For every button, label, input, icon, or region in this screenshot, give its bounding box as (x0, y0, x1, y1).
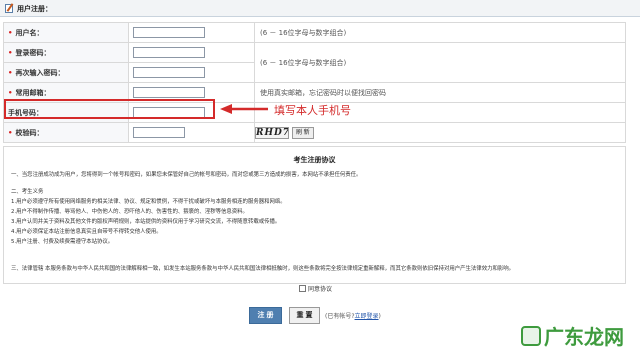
password-label-cell: • 登录密码： (3, 42, 129, 63)
captcha-row: • 校验码： RHD7 刷 新 (3, 122, 626, 143)
agreement-line: 二、考生义务 (11, 189, 44, 195)
username-input[interactable] (133, 27, 205, 38)
captcha-input-cell (128, 122, 255, 143)
password-input-cell (128, 42, 255, 63)
password-input[interactable] (133, 47, 205, 58)
password-hint: (6 － 16位字母与数字组合) (254, 42, 626, 83)
watermark: 广东龙网 (521, 321, 624, 350)
captcha-image[interactable]: RHD7 (255, 126, 289, 139)
required-marker: • (8, 48, 13, 57)
register-button[interactable]: 注 册 (249, 307, 282, 324)
agreement-title: 考生注册协议 (293, 156, 336, 164)
agreement-line: 3.用户认同并关于资料及其他文件的版权声明规则，本站提供的资料仅用于学习研究交流… (11, 219, 281, 225)
phone-highlight-box (4, 99, 215, 119)
agreement-line: 2.用户不得制作传播、辱骂他人、中伤他人的、恐吓他人的、伤害性的、猥亵的、淫秽等… (11, 209, 248, 215)
email-input[interactable] (133, 87, 205, 98)
username-row: • 用户名： (6 － 16位字母与数字组合) (3, 22, 626, 43)
agreement-line: 三、法律管辖 本服务条款与中华人民共和国的法律解释相一致，如发生本站服务条款与中… (11, 266, 515, 272)
username-label: 用户名： (15, 28, 44, 37)
required-marker: • (8, 28, 13, 37)
watermark-text: 广东龙网 (544, 325, 624, 349)
password-label: 登录密码： (15, 48, 51, 57)
agreement-panel: 考生注册协议 一、当您注册成功成为用户，您将得到一个帐号和密码，如果您未保管好自… (3, 146, 626, 284)
required-marker: • (8, 68, 13, 77)
captcha-label-cell: • 校验码： (3, 122, 129, 143)
agreement-line: 1.用户必须遵守所有使用网络服务的相关法律、协议、规定和惯例，不得干扰或破坏与本… (11, 199, 286, 205)
login-prompt: (已有帐号?立即登录) (325, 311, 381, 320)
agree-checkbox-row: 同意协议 (3, 284, 626, 297)
email-label: 常用邮箱： (15, 88, 51, 97)
required-marker: • (8, 128, 13, 137)
watermark-logo-icon (521, 325, 541, 346)
confirm-label: 再次输入密码： (15, 68, 65, 77)
confirm-label-cell: • 再次输入密码： (3, 62, 129, 83)
captcha-label: 校验码： (15, 128, 44, 137)
captcha-group: RHD7 刷 新 (255, 126, 625, 139)
register-form: • 用户名： (6 － 16位字母与数字组合) • 登录密码： (6 － 16位字母… (3, 22, 626, 143)
captcha-refresh-button[interactable]: 刷 新 (292, 126, 314, 139)
login-prompt-suffix: ) (378, 313, 381, 320)
captcha-image-cell: RHD7 刷 新 (254, 122, 626, 143)
agreement-line: 一、当您注册成功成为用户，您将得到一个帐号和密码，如果您未保管好自己的帐号和密码… (11, 172, 362, 178)
reset-button[interactable]: 重 置 (289, 307, 320, 324)
page-header: 用户注册： (0, 0, 640, 17)
login-prompt-text: (已有帐号? (325, 313, 355, 320)
agreement-line: 4.用户必须保证本站注册信息真实且自带号不得转交他人使用。 (11, 229, 162, 235)
agreement-line: 5.用户注册、付费及续费需遵守本站协议。 (11, 239, 114, 245)
required-marker: • (8, 88, 13, 97)
password-row: • 登录密码： (6 － 16位字母与数字组合) (3, 42, 626, 83)
red-arrow-icon (220, 104, 268, 114)
agree-checkbox[interactable] (298, 285, 306, 292)
username-label-cell: • 用户名： (3, 22, 129, 43)
phone-annotation: 填写本人手机号 (274, 104, 351, 117)
page-title: 用户注册： (17, 5, 52, 13)
agree-label[interactable]: 同意协议 (308, 286, 332, 293)
confirm-input-cell (128, 62, 255, 83)
email-hint: 使用真实邮箱，忘记密码时以便找回密码 (254, 82, 626, 103)
captcha-input[interactable] (133, 127, 185, 138)
username-input-cell (128, 22, 255, 43)
login-link[interactable]: 立即登录 (355, 313, 379, 320)
username-hint: (6 － 16位字母与数字组合) (254, 22, 626, 43)
confirm-password-input[interactable] (133, 67, 205, 78)
edit-icon (5, 4, 13, 13)
